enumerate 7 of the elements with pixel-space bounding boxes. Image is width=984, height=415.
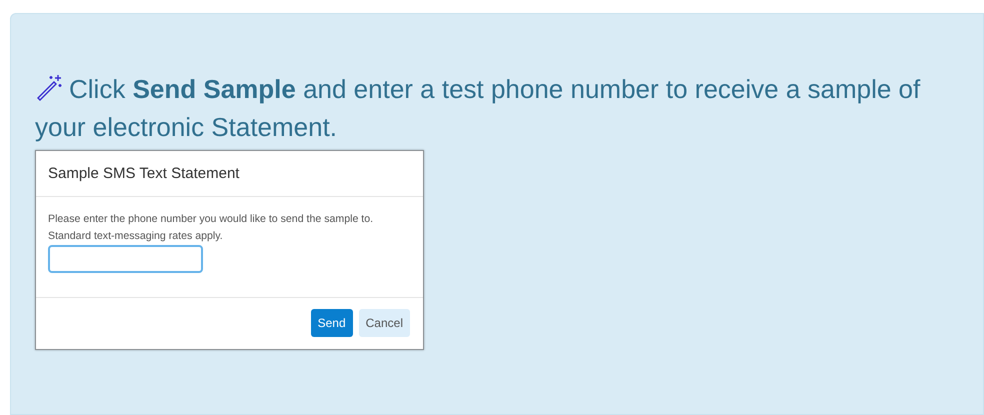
dialog-title: Sample SMS Text Statement [48, 165, 240, 183]
magic-wand-icon [35, 73, 63, 101]
phone-number-field[interactable] [48, 245, 203, 273]
cancel-button[interactable]: Cancel [358, 309, 410, 337]
send-button[interactable]: Send [310, 309, 353, 337]
tip-text: Click Send Sample and enter a test phone number to receive a sample of your electronic Statement. [35, 72, 922, 144]
dialog-message: Please enter the phone number you would like to send the sample to. Standard text-messaging rates apply. [48, 212, 374, 244]
